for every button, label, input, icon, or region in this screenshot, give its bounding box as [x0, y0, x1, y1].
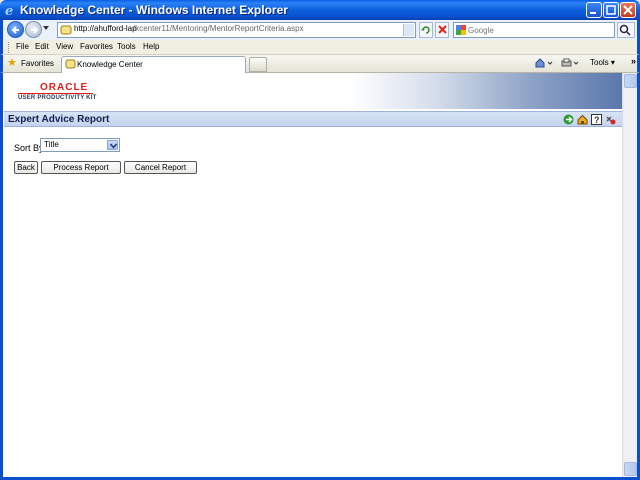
tools-label: Tools — [590, 58, 609, 67]
menu-bar: File Edit View Favorites Tools Help — [0, 40, 640, 55]
tab-label: Knowledge Center — [77, 60, 143, 69]
scroll-up-button[interactable] — [624, 74, 637, 88]
url-path: /kcenter11/Mentoring/MentorReportCriteri… — [133, 24, 304, 33]
google-icon — [456, 25, 466, 35]
close-icon — [623, 5, 633, 15]
print-toolbar-button[interactable] — [561, 58, 581, 70]
menu-tools[interactable]: Tools — [117, 42, 136, 51]
logo-divider — [18, 93, 93, 94]
page-icon — [60, 25, 72, 35]
tab-knowledge-center[interactable]: Knowledge Center — [61, 56, 246, 73]
home-toolbar-button[interactable] — [535, 58, 555, 70]
window-title-bar: e Knowledge Center - Windows Internet Ex… — [0, 0, 640, 20]
menu-file[interactable]: File — [16, 42, 29, 51]
close-button[interactable] — [620, 2, 636, 18]
chevron-down-icon: ▾ — [610, 58, 615, 67]
stop-icon — [438, 25, 447, 34]
home-icon[interactable] — [577, 114, 588, 125]
scroll-down-button[interactable] — [624, 462, 637, 476]
star-icon: ★ — [7, 57, 17, 69]
print-icon — [561, 58, 579, 67]
select-dropdown-button[interactable] — [107, 140, 118, 150]
address-dropdown-icon[interactable] — [403, 24, 414, 36]
url-host: http://ahufford-lap — [74, 24, 137, 33]
page-header-bar: Expert Advice Report ? — [4, 111, 623, 127]
svg-text:e: e — [5, 4, 13, 17]
svg-text:?: ? — [594, 115, 600, 125]
home-toolbar-icon — [535, 58, 553, 68]
back-nav-button[interactable] — [7, 21, 24, 38]
search-button[interactable] — [617, 22, 635, 38]
oracle-logo: ORACLE — [40, 82, 89, 93]
toolbar-grip — [8, 42, 10, 53]
help-icon[interactable]: ? — [591, 114, 602, 125]
refresh-button[interactable] — [419, 22, 433, 38]
upk-logo-text: USER PRODUCTIVITY KIT — [18, 95, 97, 101]
history-dropdown-icon[interactable] — [43, 26, 49, 30]
tools-toolbar-button[interactable]: Tools ▾ — [590, 58, 615, 67]
refresh-icon — [421, 26, 430, 34]
address-toolbar: http://ahufford-lap /kcenter11/Mentoring… — [0, 20, 640, 40]
forward-nav-button[interactable] — [25, 21, 42, 38]
chevron-down-icon — [110, 143, 117, 149]
page-content: ORACLE USER PRODUCTIVITY KIT Expert Advi… — [3, 73, 623, 477]
cancel-report-button[interactable]: Cancel Report — [124, 161, 197, 174]
favorites-label: Favorites — [21, 59, 54, 68]
search-icon — [619, 24, 631, 36]
menu-view[interactable]: View — [56, 42, 73, 51]
search-input[interactable] — [468, 24, 608, 36]
sort-by-select[interactable]: Title — [40, 138, 120, 152]
page-title: Expert Advice Report — [8, 114, 110, 125]
back-arrow-icon — [11, 26, 19, 34]
address-field[interactable]: http://ahufford-lap /kcenter11/Mentoring… — [57, 22, 416, 38]
menu-help[interactable]: Help — [143, 42, 159, 51]
process-report-button[interactable]: Process Report — [41, 161, 121, 174]
new-tab-button[interactable] — [249, 57, 267, 72]
stop-button[interactable] — [435, 22, 449, 38]
minimize-button[interactable] — [586, 2, 602, 18]
maximize-icon — [606, 5, 616, 15]
menu-favorites[interactable]: Favorites — [80, 42, 113, 51]
back-button[interactable]: Back — [14, 161, 38, 174]
ie-icon: e — [5, 4, 13, 17]
sort-by-value: Title — [44, 140, 59, 149]
minimize-icon — [590, 12, 596, 14]
vertical-scrollbar[interactable] — [622, 73, 637, 477]
close-window-icon[interactable] — [605, 114, 616, 125]
window-title: Knowledge Center - Windows Internet Expl… — [20, 3, 288, 17]
forward-arrow-icon — [31, 26, 39, 34]
tab-bar: ★ Favorites Knowledge Center Tools ▾ » — [0, 55, 640, 73]
page-icon — [65, 59, 76, 69]
maximize-button[interactable] — [603, 2, 619, 18]
menu-edit[interactable]: Edit — [35, 42, 49, 51]
search-box[interactable] — [453, 22, 615, 38]
go-icon[interactable] — [563, 114, 574, 125]
oracle-banner: ORACLE USER PRODUCTIVITY KIT — [4, 73, 623, 109]
chevron-more-icon[interactable]: » — [631, 56, 636, 66]
